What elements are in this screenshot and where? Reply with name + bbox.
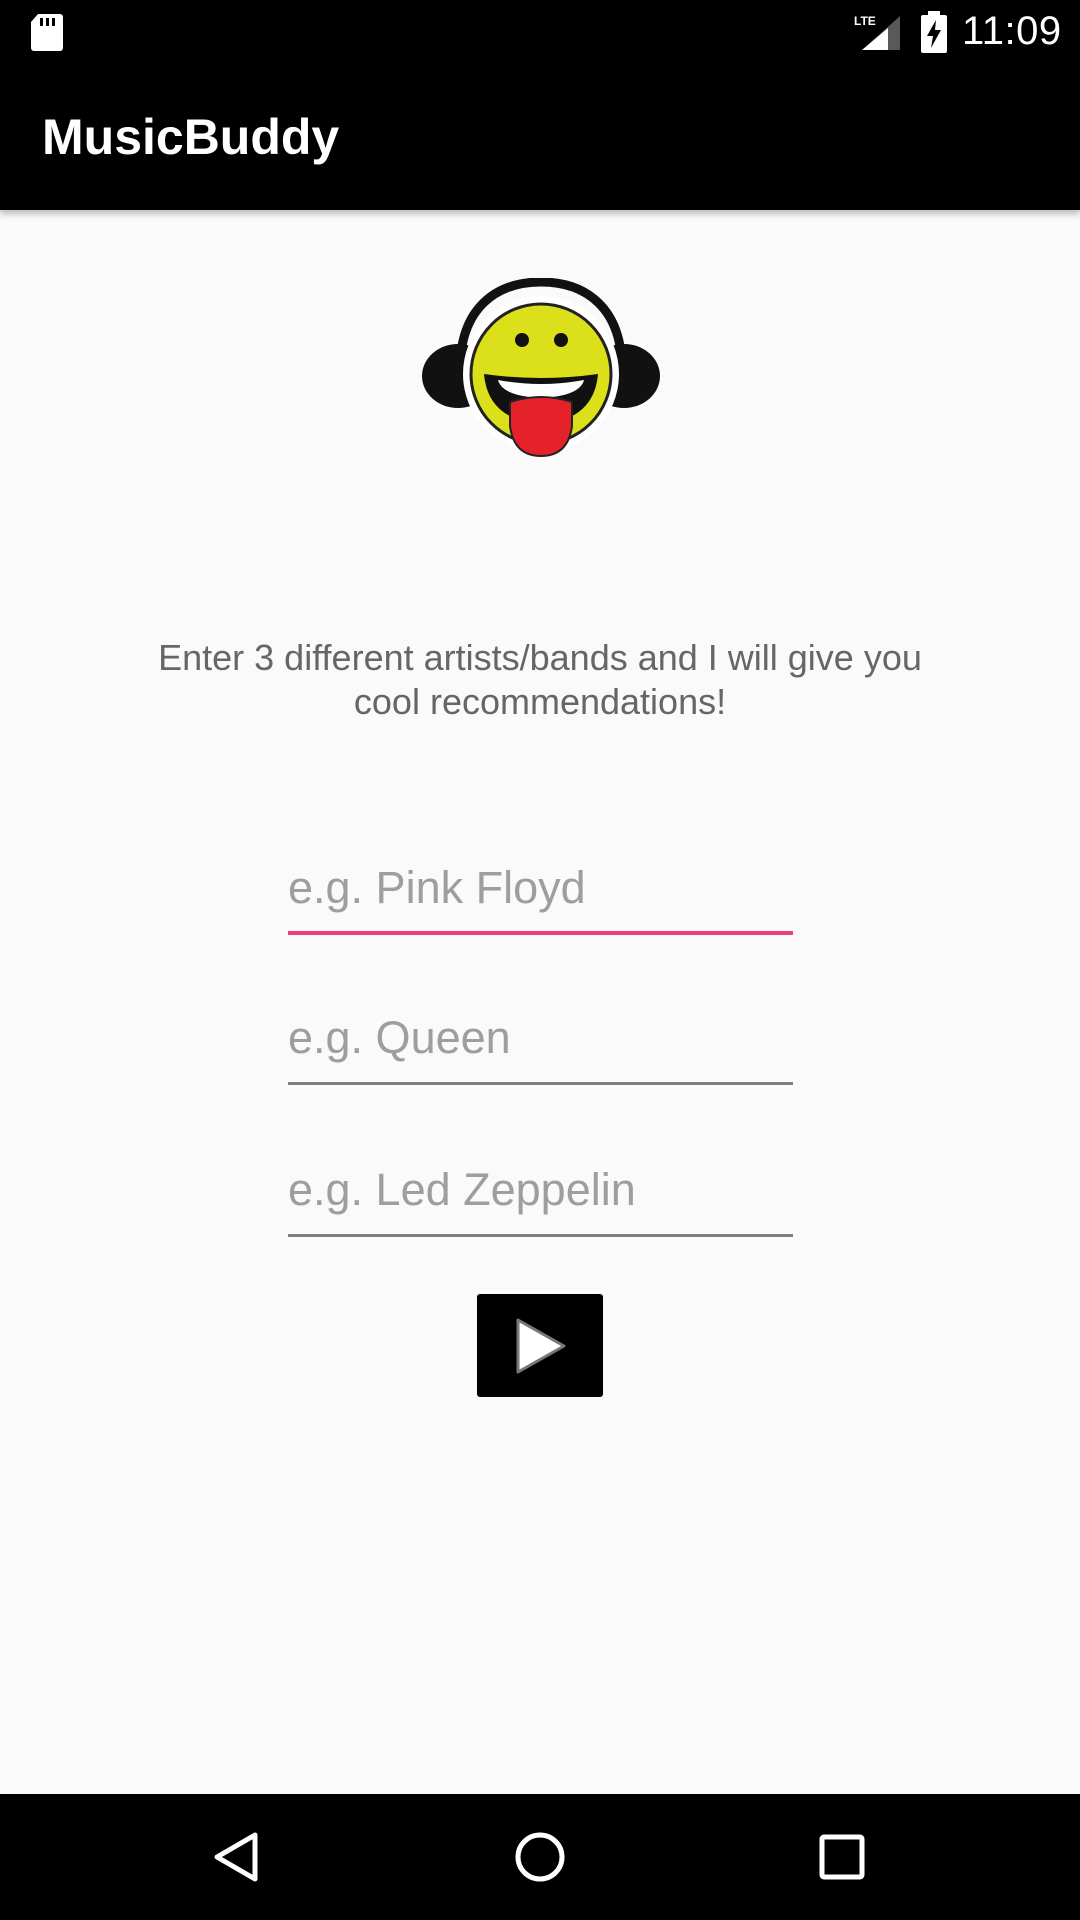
artist-input-3[interactable] xyxy=(288,1147,793,1233)
recents-icon[interactable] xyxy=(812,1827,872,1887)
back-icon[interactable] xyxy=(207,1827,267,1887)
artist-input-2[interactable] xyxy=(288,995,793,1081)
svg-text:LTE: LTE xyxy=(854,14,876,28)
signal-lte-icon: LTE xyxy=(854,14,900,50)
artist-input-1[interactable] xyxy=(288,845,793,931)
navigation-bar xyxy=(0,1794,1080,1920)
field-underline xyxy=(288,1082,793,1085)
play-icon xyxy=(516,1318,566,1373)
artist-field-3[interactable] xyxy=(288,1147,793,1237)
artist-field-2[interactable] xyxy=(288,995,793,1085)
field-underline xyxy=(288,931,793,935)
battery-charging-icon xyxy=(921,11,947,53)
home-icon[interactable] xyxy=(510,1827,570,1887)
app-title: MusicBuddy xyxy=(42,109,340,165)
artist-field-1[interactable] xyxy=(288,845,793,935)
prompt-text: Enter 3 different artists/bands and I wi… xyxy=(158,637,922,722)
field-underline xyxy=(288,1234,793,1237)
get-recommendations-button[interactable] xyxy=(477,1294,603,1397)
smiley-headphones-icon xyxy=(422,278,660,458)
status-bar: LTE 11:09 xyxy=(0,0,1080,63)
app-bar: MusicBuddy xyxy=(0,63,1080,210)
clock: 11:09 xyxy=(962,9,1062,53)
sd-card-icon xyxy=(31,14,63,51)
